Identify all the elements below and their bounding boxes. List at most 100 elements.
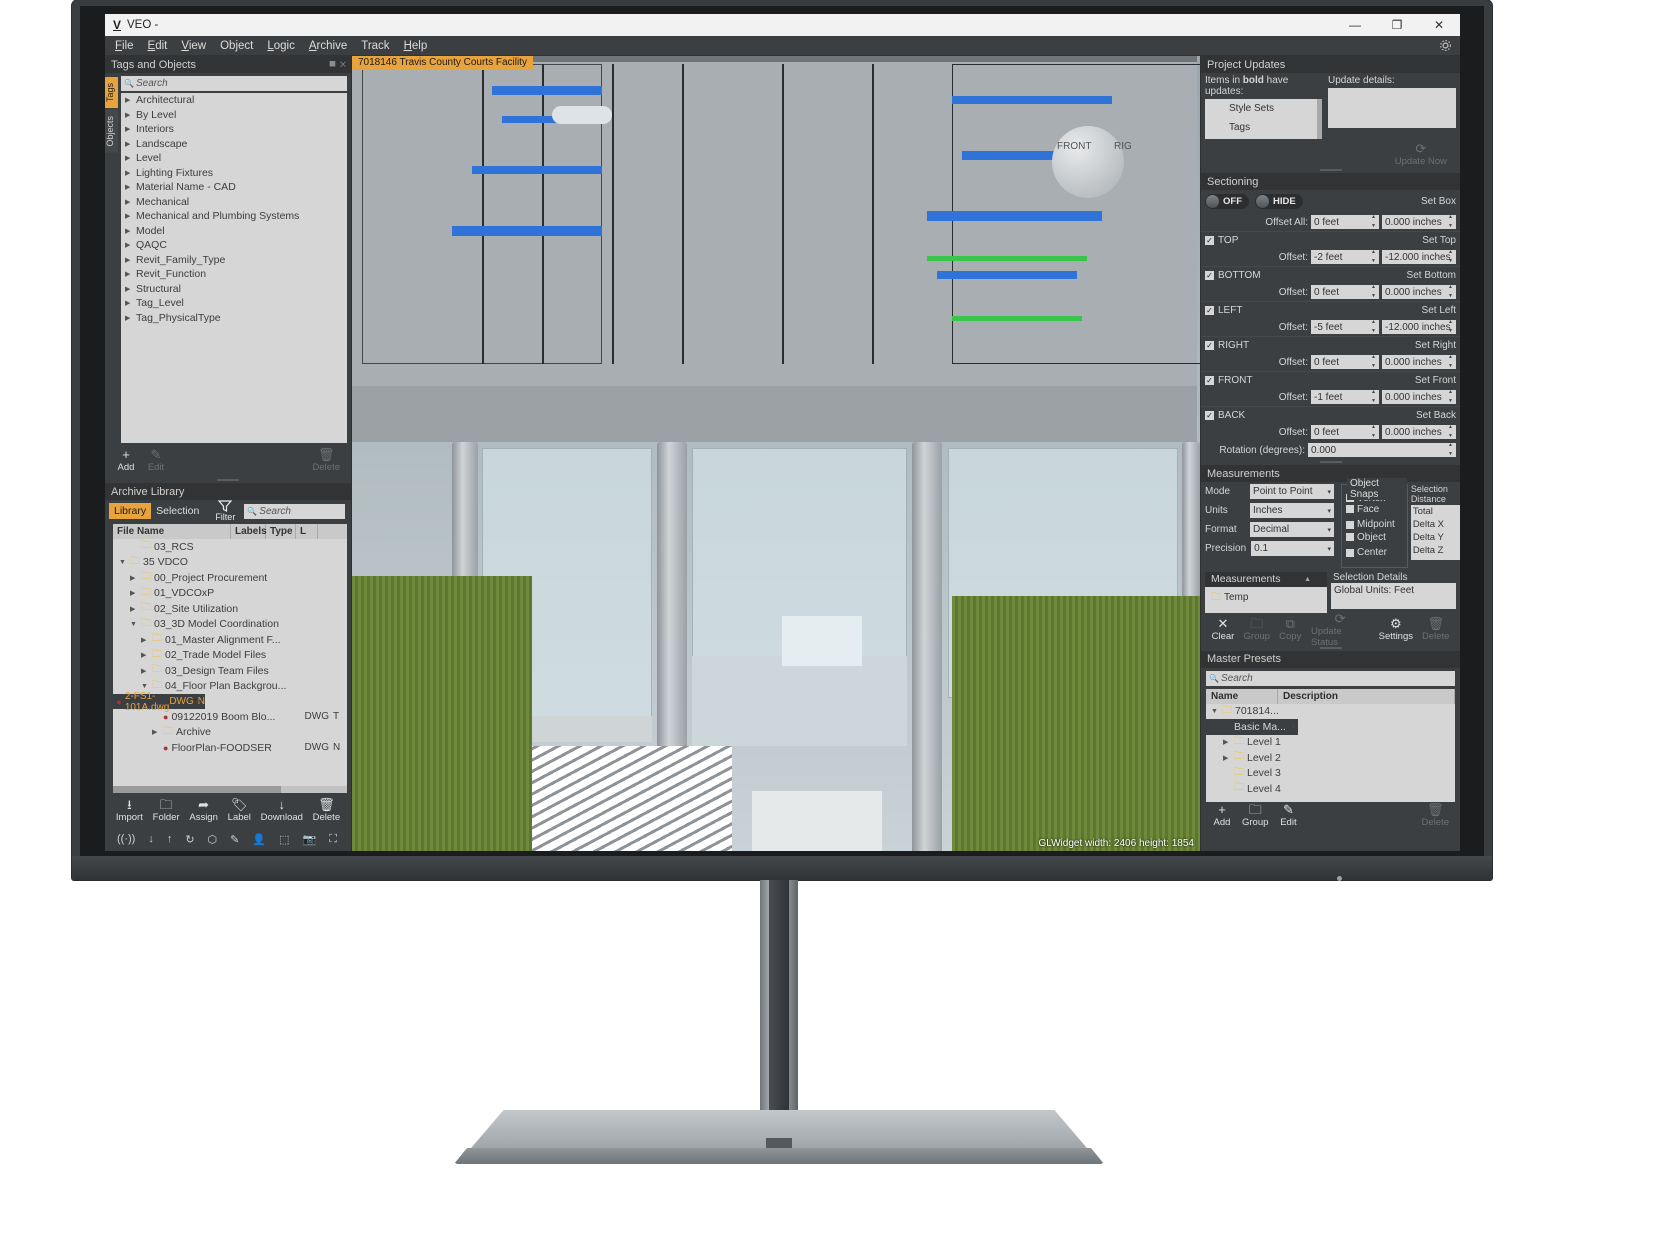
filter-button[interactable]: Filter — [210, 500, 240, 522]
tab-selection[interactable]: Selection — [151, 503, 204, 519]
file-list-row[interactable]: ● 2-FS1-101A.dwg DWG N — [113, 691, 205, 713]
col-l[interactable]: L — [296, 524, 318, 539]
chevron-right-icon[interactable] — [125, 125, 136, 133]
tag-tree-item[interactable]: Landscape — [121, 137, 347, 152]
chevron-icon[interactable] — [141, 651, 152, 659]
checkbox-icon[interactable] — [1346, 520, 1354, 529]
chevron-icon[interactable] — [141, 683, 152, 690]
master-presets-group-button[interactable]: 🗀 Group — [1237, 803, 1273, 829]
section-front-feet-input[interactable]: -1 feet ▲ ▼ — [1311, 390, 1379, 404]
status-icon[interactable]: ⬡ — [208, 833, 218, 846]
menu-item-view[interactable]: View — [181, 40, 206, 52]
rotation-input[interactable]: 0.000 ▲ ▼ — [1308, 443, 1456, 457]
archive-delete-button[interactable]: 🗑 Delete — [308, 797, 345, 823]
chevron-right-icon[interactable] — [125, 299, 136, 307]
spinner-icon[interactable]: ▲ ▼ — [1371, 215, 1378, 229]
chevron-icon[interactable] — [130, 621, 141, 628]
measurements-settings-button[interactable]: ⚙ Settings — [1374, 617, 1417, 643]
tags-tree[interactable]: ArchitecturalBy Level InteriorsLandscape L… — [121, 93, 347, 443]
spinner-icon[interactable]: ▲ ▼ — [1448, 285, 1455, 299]
offset-all-inches-input[interactable]: 0.000 inches ▲ ▼ — [1382, 215, 1456, 229]
master-presets-list[interactable]: 🗀701814...Basic Ma...🗀Level 1🗀Level 2🗀Le… — [1206, 703, 1455, 802]
spinner-icon[interactable]: ▲ ▼ — [1371, 355, 1378, 369]
section-top-checkbox[interactable]: ✓ — [1205, 235, 1214, 245]
mp-col-description[interactable]: Description — [1278, 688, 1455, 704]
archive-file-list[interactable]: 🗀03_RCS🗀35 VDCO🗀00_Project Procurement🗀0… — [113, 539, 347, 793]
set-front-button[interactable]: Set Front — [1415, 375, 1456, 386]
file-list-row[interactable]: 🗀01_Master Alignment F... — [113, 632, 347, 648]
chevron-right-icon[interactable] — [125, 256, 136, 264]
tag-tree-item[interactable]: Lighting Fixtures — [121, 166, 347, 181]
spinner-icon[interactable]: ▲ ▼ — [1448, 355, 1455, 369]
chevron-right-icon[interactable] — [125, 154, 136, 162]
offset-all-feet-input[interactable]: 0 feet ▲ ▼ — [1311, 215, 1379, 229]
snap-object[interactable]: Object — [1346, 532, 1386, 543]
snap-midpoint[interactable]: Midpoint — [1346, 519, 1395, 530]
tag-tree-item[interactable]: Tag_Level — [121, 296, 347, 311]
checkbox-icon[interactable] — [1346, 548, 1354, 557]
viewport-tab[interactable]: 7018146 Travis County Courts Facility — [352, 56, 533, 70]
section-back-inches-input[interactable]: 0.000 inches ▲ ▼ — [1382, 425, 1456, 439]
project-updates-list[interactable]: Style Sets Tags — [1205, 99, 1322, 139]
spinner-icon[interactable]: ▲ ▼ — [1448, 390, 1455, 404]
file-list-row[interactable]: ● FloorPlan-FOODSER DWG N — [113, 740, 347, 756]
spinner-icon[interactable]: ▲ ▼ — [1371, 250, 1378, 264]
chevron-icon[interactable] — [1223, 754, 1234, 762]
tag-tree-item[interactable]: Tag_PhysicalType — [121, 311, 347, 326]
set-right-button[interactable]: Set Right — [1415, 340, 1456, 351]
units-dropdown[interactable]: Inches — [1250, 503, 1334, 518]
section-right-feet-input[interactable]: 0 feet ▲ ▼ — [1311, 355, 1379, 369]
section-front-checkbox[interactable]: ✓ — [1205, 375, 1214, 385]
section-top-feet-input[interactable]: -2 feet ▲ ▼ — [1311, 250, 1379, 264]
measurements-group-button[interactable]: 🗀 Group — [1239, 617, 1275, 643]
checkbox-icon[interactable] — [1346, 505, 1354, 513]
measurements-list[interactable]: 🗀 Temp — [1205, 586, 1327, 613]
update-item-tags[interactable]: Tags — [1205, 118, 1322, 137]
master-preset-row[interactable]: 🗀701814... — [1206, 704, 1455, 720]
maximize-button[interactable]: ❐ — [1376, 14, 1418, 36]
col-file-name[interactable]: File Name — [113, 524, 231, 539]
menu-item-track[interactable]: Track — [361, 40, 389, 52]
minimize-button[interactable]: — — [1334, 14, 1376, 36]
update-item-style-sets[interactable]: Style Sets — [1205, 99, 1322, 118]
section-bottom-feet-input[interactable]: 0 feet ▲ ▼ — [1311, 285, 1379, 299]
format-dropdown[interactable]: Decimal — [1250, 522, 1334, 537]
file-list-row[interactable]: 🗀01_VDCOxP — [113, 586, 347, 602]
status-icon[interactable]: ⬚ — [279, 833, 289, 846]
menu-item-file[interactable]: File — [115, 40, 134, 52]
chevron-icon[interactable] — [119, 559, 130, 566]
file-list-row[interactable]: 🗀 03_RCS — [113, 539, 347, 555]
tag-tree-item[interactable]: Level — [121, 151, 347, 166]
chevron-up-icon[interactable]: ▲ — [1304, 576, 1311, 583]
section-back-checkbox[interactable]: ✓ — [1205, 410, 1214, 420]
archive-download-button[interactable]: ↓ Download — [256, 797, 308, 823]
master-presets-edit-button[interactable]: ✎ Edit — [1273, 803, 1303, 829]
set-top-button[interactable]: Set Top — [1422, 235, 1456, 246]
panel-dock-buttons[interactable]: ⯀ ✕ — [329, 60, 347, 70]
status-icon[interactable]: ((·)) — [117, 833, 135, 845]
chevron-icon[interactable] — [1223, 738, 1234, 746]
master-preset-row[interactable]: 🗀 Level 3 — [1206, 766, 1455, 782]
tags-add-button[interactable]: + Add — [111, 447, 141, 473]
status-icon[interactable]: ⛶ — [329, 833, 337, 846]
section-left-inches-input[interactable]: -12.000 inches ▲ ▼ — [1382, 320, 1456, 334]
chevron-right-icon[interactable] — [125, 140, 136, 148]
chevron-icon[interactable] — [130, 574, 141, 582]
spinner-icon[interactable]: ▲ ▼ — [1371, 390, 1378, 404]
master-presets-delete-button[interactable]: 🗑 Delete — [1417, 803, 1454, 829]
chevron-icon[interactable] — [141, 667, 152, 675]
set-back-button[interactable]: Set Back — [1416, 410, 1456, 421]
archive-assign-button[interactable]: ➦ Assign — [184, 797, 222, 823]
set-left-button[interactable]: Set Left — [1422, 305, 1456, 316]
chevron-right-icon[interactable] — [125, 314, 136, 322]
spinner-icon[interactable]: ▲ ▼ — [1448, 443, 1455, 457]
status-icon[interactable]: ↑ — [167, 833, 173, 845]
tag-tree-item[interactable]: Interiors — [121, 122, 347, 137]
spinner-icon[interactable]: ▲ ▼ — [1448, 320, 1455, 334]
chevron-right-icon[interactable] — [125, 111, 136, 119]
master-preset-row[interactable]: Basic Ma... — [1206, 719, 1298, 735]
tag-tree-item[interactable]: QAQC — [121, 238, 347, 253]
tag-tree-item[interactable]: Mechanical — [121, 195, 347, 210]
spinner-icon[interactable]: ▲ ▼ — [1371, 320, 1378, 334]
col-labels[interactable]: Labels — [231, 524, 267, 539]
